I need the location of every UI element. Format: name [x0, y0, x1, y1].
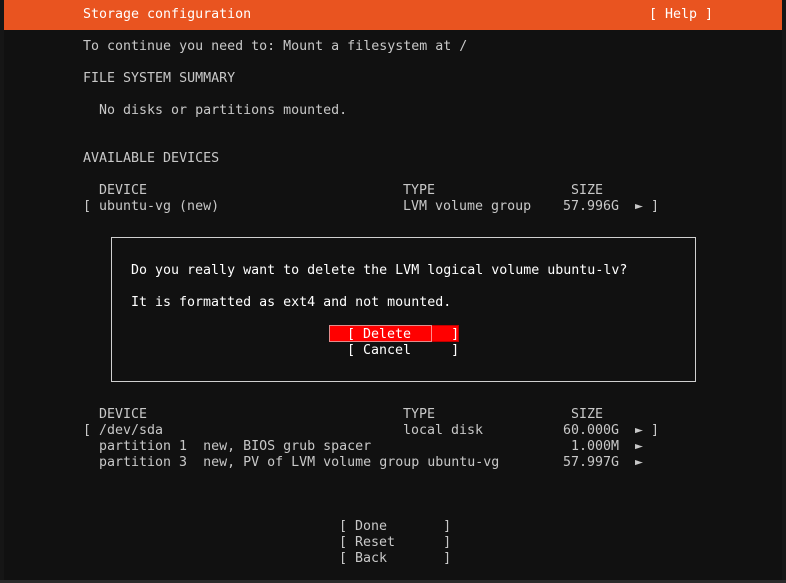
- device-type: local disk: [403, 423, 484, 438]
- column-type: TYPE: [403, 183, 436, 198]
- done-button[interactable]: [ Done ]: [339, 519, 451, 535]
- title-bar: Storage configuration [ Help ]: [4, 0, 782, 30]
- help-button[interactable]: [ Help ]: [649, 7, 713, 23]
- delete-button[interactable]: [ Delete ]: [347, 327, 459, 343]
- partition-size: 57.997G: [563, 455, 620, 470]
- device-name: ubuntu-vg (new): [99, 199, 220, 214]
- expand-arrow-icon[interactable]: ►: [635, 423, 643, 439]
- device-size: 57.996G: [563, 199, 620, 214]
- expand-arrow-icon[interactable]: ►: [635, 455, 643, 471]
- fs-summary-heading: FILE SYSTEM SUMMARY: [83, 71, 236, 86]
- column-device: DEVICE: [99, 407, 148, 422]
- page-title: Storage configuration: [83, 7, 252, 22]
- partition-label: partition 3 new, PV of LVM volume group …: [99, 455, 500, 470]
- device-type: LVM volume group: [403, 199, 532, 214]
- back-button[interactable]: [ Back ]: [339, 551, 451, 567]
- row-bracket-open: [: [83, 423, 92, 438]
- device-name: /dev/sda: [99, 423, 164, 438]
- device-size: 60.000G: [563, 423, 620, 438]
- dialog-detail: It is formatted as ext4 and not mounted.: [131, 295, 452, 310]
- instruction-text: To continue you need to: Mount a filesys…: [83, 39, 468, 54]
- column-type: TYPE: [403, 407, 436, 422]
- column-size: SIZE: [571, 407, 604, 422]
- dialog-question: Do you really want to delete the LVM log…: [131, 263, 628, 278]
- expand-arrow-icon[interactable]: ►: [635, 199, 643, 215]
- reset-button[interactable]: [ Reset ]: [339, 535, 451, 551]
- partition-size: 1.000M: [571, 439, 620, 454]
- row-bracket-close: ]: [651, 423, 660, 438]
- column-device: DEVICE: [99, 183, 148, 198]
- partition-label: partition 1 new, BIOS grub spacer: [99, 439, 372, 454]
- expand-arrow-icon[interactable]: ►: [635, 439, 643, 455]
- fs-summary-empty: No disks or partitions mounted.: [99, 103, 348, 118]
- available-devices-heading: AVAILABLE DEVICES: [83, 151, 220, 166]
- cancel-button[interactable]: [ Cancel ]: [347, 343, 459, 359]
- row-bracket-close: ]: [651, 199, 660, 214]
- column-size: SIZE: [571, 183, 604, 198]
- row-bracket-open: [: [83, 199, 92, 214]
